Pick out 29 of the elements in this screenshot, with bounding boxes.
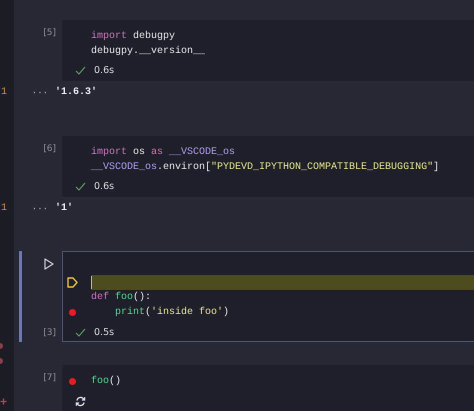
code-line: debugpy.__version__ [91,46,206,57]
execution-count: [5] [43,26,56,40]
code-line: import debugpy [91,30,176,42]
output-menu[interactable]: ··· [32,202,48,216]
code-line: foo() [91,376,122,387]
output-menu[interactable]: ··· [32,86,48,100]
code-line: print('inside foo') [114,307,230,318]
execution-time: 0.6s [94,181,114,192]
code-line: def foo(): [91,292,152,304]
text-cursor [91,276,92,290]
output-text: '1' [55,202,74,216]
execution-count: [6] [43,142,56,156]
line-number: 1 [0,86,8,100]
execution-count: [3] [43,327,56,340]
code-cell[interactable]: foo() [62,365,474,411]
code-cell[interactable]: import os as __VSCODE_os __VSCODE_os.environ["PYDEVD_IPYTHON_COMPATIBLE_DEBUGGING"] 0.6s [62,136,474,197]
output-text: '1.6.3' [55,86,98,100]
breakpoint-icon[interactable] [69,309,76,316]
execution-time: 0.6s [94,65,114,76]
code-cell[interactable]: def foo(): print('inside foo') 0.5s [62,251,474,342]
plus-icon [0,398,7,405]
execution-time: 0.5s [94,326,114,338]
code-line: import os as __VSCODE_os [91,146,236,158]
code-cell[interactable]: import debugpy debugpy.__version__ 0.6s [62,20,474,81]
line-number: 1 [0,202,8,216]
execution-count: [7] [43,372,56,385]
breakpoint-icon[interactable] [69,378,76,385]
run-icon[interactable] [44,258,54,270]
code-line: __VSCODE_os.environ["PYDEVD_IPYTHON_COMPATIBLE_DEBUGGING"] [91,162,440,173]
